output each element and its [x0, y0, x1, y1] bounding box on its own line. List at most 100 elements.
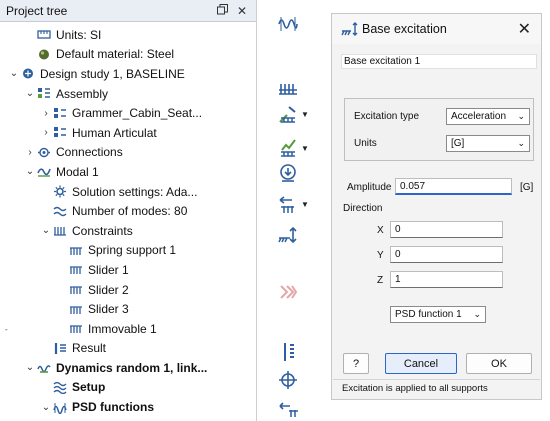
modes-icon [52, 205, 67, 218]
tree-item[interactable]: ⌄ Assembly [0, 84, 256, 104]
connections-icon [36, 146, 51, 159]
tree-item-label: Grammer_Cabin_Seat... [72, 106, 203, 121]
amplitude-unit: [G] [520, 182, 534, 193]
tree-item[interactable]: Solution settings: Ada... [0, 182, 256, 202]
units-select[interactable]: [G] ⌄ [446, 135, 530, 152]
tree-item[interactable]: ⌄ Design study 1, BASELINE [0, 64, 256, 84]
x-input[interactable]: 0 [390, 221, 503, 238]
psd-function-select[interactable]: PSD function 1 ⌄ [390, 306, 486, 323]
tree-item[interactable]: Spring support 1 [0, 241, 256, 261]
chevron-right-icon[interactable]: › [24, 147, 36, 158]
tree-item-label: Connections [56, 145, 123, 160]
tree-item-label: Design study 1, BASELINE [40, 66, 185, 81]
tree-item-label: Units: SI [56, 27, 102, 42]
chevron-down-icon[interactable]: ⌄ [40, 402, 52, 413]
column-icon[interactable] [278, 342, 298, 362]
help-button[interactable]: ? [343, 353, 369, 374]
chevron-down-icon[interactable]: ⌄ [24, 88, 36, 99]
tree-item[interactable]: Result [0, 339, 256, 359]
material-icon [36, 48, 51, 61]
support-icon [68, 303, 83, 316]
tree-item[interactable]: Default material: Steel [0, 45, 256, 65]
tree-item-label: Constraints [72, 223, 133, 238]
cancel-button[interactable]: Cancel [385, 353, 457, 374]
push-icon[interactable] [278, 397, 298, 417]
y-label: Y [377, 250, 384, 261]
chevron-down-icon[interactable]: ⌄ [24, 362, 36, 373]
crosshair-icon[interactable] [278, 370, 298, 390]
chevron-down-icon[interactable]: ⌄ [24, 166, 36, 177]
amplitude-input[interactable]: 0.057 [395, 178, 512, 195]
tree-item-label: Default material: Steel [56, 47, 175, 62]
tree-item[interactable]: Slider 3 [0, 299, 256, 319]
chevron-down-icon[interactable]: ⌄ [8, 68, 20, 79]
x-label: X [377, 225, 384, 236]
tree-item[interactable]: Setup [0, 378, 256, 398]
support-icon [68, 263, 83, 276]
dialog-status-bar: Excitation is applied to all supports [333, 379, 540, 397]
units-label: Units [354, 138, 377, 149]
tree-item[interactable]: ⌄ Constraints [0, 221, 256, 241]
tree-item-label: Human Articulat [72, 125, 157, 140]
base-excitation-icon[interactable] [278, 225, 298, 245]
chevrons-icon[interactable] [278, 282, 298, 302]
units-icon [36, 28, 51, 41]
result-icon [52, 342, 67, 355]
slider-dropdown-icon[interactable]: ▼ [278, 104, 309, 124]
dialog-titlebar: Base excitation ✕ [332, 14, 541, 44]
tree-item-label: Assembly [56, 86, 109, 101]
tree-item-label: Dynamics random 1, link... [56, 360, 208, 375]
tree-item-label: Slider 2 [88, 282, 129, 297]
project-tree-header: Project tree ✕ [0, 0, 256, 22]
chevron-right-icon[interactable]: › [40, 127, 52, 138]
y-input[interactable]: 0 [390, 246, 503, 263]
wave-icon[interactable] [278, 14, 298, 34]
base-excitation-icon [341, 22, 359, 36]
tree-item-label: Setup [72, 380, 106, 395]
support-grid-icon[interactable] [278, 78, 298, 98]
tree-item[interactable]: ⌄ Modal 1 [0, 162, 256, 182]
amplitude-label: Amplitude [347, 182, 392, 193]
psd-function-value: PSD function 1 [395, 309, 462, 320]
tree-item-label: Solution settings: Ada... [72, 184, 198, 199]
ok-button[interactable]: OK [466, 353, 532, 374]
tree-item-label: Slider 1 [88, 262, 129, 277]
chevron-down-icon: ⌄ [473, 309, 481, 319]
project-tree-panel: Project tree ✕ Units: SI Default material… [0, 0, 257, 421]
chevron-right-icon[interactable]: › [40, 108, 52, 119]
excitation-name-field[interactable]: Base excitation 1 [341, 54, 537, 69]
tree-item[interactable]: Number of modes: 80 [0, 201, 256, 221]
base-excitation-dialog: Base excitation ✕ Base excitation 1 Exci… [331, 13, 542, 400]
tree-item-label: Immovable 1 [88, 321, 157, 336]
restore-icon[interactable] [216, 3, 228, 18]
support-icon [68, 322, 83, 335]
displacement-dropdown-icon[interactable]: ▼ [278, 194, 309, 214]
tree-item[interactable]: Slider 1 [0, 260, 256, 280]
tree-item-label: Modal 1 [56, 164, 99, 179]
dynamics-icon [36, 361, 51, 374]
tree-item[interactable]: › Human Articulat [0, 123, 256, 143]
pin-icon[interactable] [278, 163, 298, 183]
z-input[interactable]: 1 [390, 271, 503, 288]
tree-item[interactable]: › Grammer_Cabin_Seat... [0, 103, 256, 123]
support-icon [68, 283, 83, 296]
tree-item[interactable]: ⌄ Dynamics random 1, link... [0, 358, 256, 378]
tree-item[interactable]: Slider 2 [0, 280, 256, 300]
psd-icon [52, 401, 67, 414]
tree-item-label: Slider 3 [88, 302, 129, 317]
tree-item[interactable]: ⌄ PSD functions [0, 397, 256, 417]
excitation-type-select[interactable]: Acceleration ⌄ [446, 108, 530, 125]
tree-item[interactable]: Immovable 1 [0, 319, 256, 339]
tree-item[interactable]: Units: SI [0, 25, 256, 45]
settings-icon [52, 185, 67, 198]
constraints-icon [52, 224, 67, 237]
spring-dropdown-icon[interactable]: ▼ [278, 138, 309, 158]
tree-item-label: Spring support 1 [88, 243, 177, 258]
close-icon[interactable]: ✕ [518, 19, 531, 39]
tree-item[interactable]: › Connections [0, 143, 256, 163]
chevron-down-icon[interactable]: ⌄ [40, 225, 52, 236]
part-icon [52, 126, 67, 139]
close-icon[interactable]: ✕ [236, 4, 248, 18]
direction-label: Direction [343, 203, 383, 214]
assembly-icon [36, 87, 51, 100]
